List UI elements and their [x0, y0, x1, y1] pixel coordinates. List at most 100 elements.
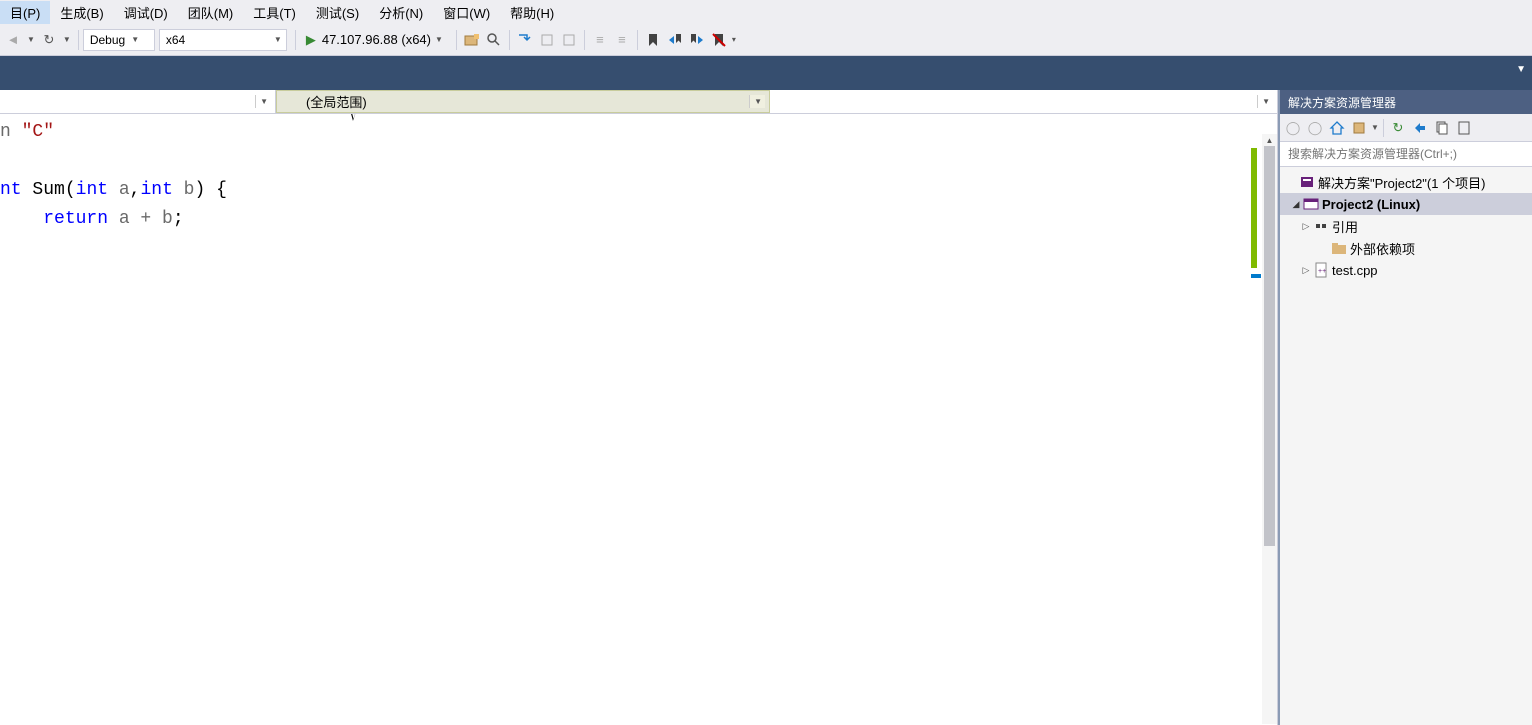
search-icon	[486, 32, 502, 48]
code-editor[interactable]: n "C" nt Sum(int a,int b) { return a + b…	[0, 114, 1277, 725]
code-text	[0, 209, 43, 229]
step-out-button[interactable]	[559, 29, 579, 51]
caret-down-icon: ▼	[749, 95, 765, 108]
menu-item-help[interactable]: 帮助(H)	[500, 1, 564, 24]
menu-item-window[interactable]: 窗口(W)	[433, 1, 500, 24]
vertical-scrollbar[interactable]: ▲	[1262, 134, 1277, 724]
solution-search[interactable]	[1280, 142, 1532, 167]
menu-item-team[interactable]: 团队(M)	[178, 1, 244, 24]
code-text: ,	[130, 180, 141, 200]
scroll-up-icon[interactable]: ▲	[1262, 134, 1277, 146]
menu-item-build[interactable]: 生成(B)	[50, 1, 113, 24]
forward-button[interactable]: ◯	[1305, 118, 1325, 138]
menu-item-debug[interactable]: 调试(D)	[114, 1, 178, 24]
nav-scope-right[interactable]: ▼	[770, 90, 1277, 113]
menu-item-project[interactable]: 目(P)	[0, 1, 50, 24]
show-all-files-button[interactable]	[1432, 118, 1452, 138]
bookmark-prev-icon	[667, 32, 683, 48]
code-text: b	[173, 180, 195, 200]
caret-down-icon: ▼	[274, 35, 282, 44]
references-node[interactable]: ▷ 引用	[1280, 215, 1532, 237]
bookmark-clear-icon	[711, 32, 727, 48]
code-text: ) {	[194, 180, 226, 200]
folder-icon	[464, 32, 480, 48]
bookmark-prev-button[interactable]	[665, 29, 685, 51]
navigation-bar: ▼ (全局范围) ▼ ▼	[0, 90, 1277, 114]
sync-icon	[1351, 120, 1367, 136]
menu-item-test[interactable]: 测试(S)	[306, 1, 369, 24]
config-dropdown[interactable]: Debug ▼	[83, 29, 155, 51]
collapse-all-button[interactable]	[1410, 118, 1430, 138]
platform-label: x64	[166, 33, 185, 47]
code-text: ;	[173, 209, 184, 229]
menu-bar: 目(P) 生成(B) 调试(D) 团队(M) 工具(T) 测试(S) 分析(N)…	[0, 0, 1532, 24]
file-node[interactable]: ▷ ++ test.cpp	[1280, 259, 1532, 281]
scroll-thumb[interactable]	[1264, 146, 1275, 546]
caret-down-icon: ▼	[255, 95, 271, 108]
file-label: test.cpp	[1330, 263, 1378, 278]
platform-dropdown[interactable]: x64 ▼	[159, 29, 287, 51]
find-button[interactable]	[484, 29, 504, 51]
code-text: a + b	[108, 209, 173, 229]
expander-icon[interactable]: ▷	[1300, 221, 1312, 232]
caret-down-icon[interactable]: ▼	[1371, 123, 1379, 132]
properties-icon	[1456, 120, 1472, 136]
caret-down-icon: ▼	[435, 35, 443, 44]
home-icon	[1329, 120, 1345, 136]
expander-icon[interactable]: ▷	[1300, 265, 1312, 276]
caret-down-icon: ▼	[1257, 95, 1273, 108]
project-node[interactable]: ◢ Project2 (Linux)	[1280, 193, 1532, 215]
references-icon	[1312, 218, 1330, 234]
bookmark-clear-button[interactable]	[709, 29, 729, 51]
toolbar-separator	[509, 30, 510, 50]
home-button[interactable]	[1327, 118, 1347, 138]
nav-scope-middle[interactable]: (全局范围) ▼	[276, 90, 770, 113]
redo-dropdown[interactable]: ▼	[63, 35, 71, 44]
nav-scope-left[interactable]: ▼	[0, 90, 276, 113]
menu-item-tools[interactable]: 工具(T)	[243, 1, 306, 24]
solution-tree: 解决方案"Project2"(1 个项目) ◢ Project2 (Linux)…	[1280, 167, 1532, 725]
toolbar-separator	[637, 30, 638, 50]
step-into-button[interactable]	[515, 29, 535, 51]
toolbar-overflow-button[interactable]: ▾	[732, 35, 736, 44]
solution-root-node[interactable]: 解决方案"Project2"(1 个项目)	[1280, 171, 1532, 193]
indent-left-button[interactable]: ≡	[590, 29, 610, 51]
step-out-icon	[561, 32, 577, 48]
code-text: nt	[0, 180, 22, 200]
step-over-icon	[539, 32, 555, 48]
sync-button[interactable]	[1349, 118, 1369, 138]
start-debug-button[interactable]: ▶ 47.107.96.88 (x64) ▼	[300, 29, 452, 51]
bookmark-button[interactable]	[643, 29, 663, 51]
code-text: int	[140, 180, 172, 200]
files-icon	[1434, 120, 1450, 136]
solution-explorer-panel: 解决方案资源管理器 ◯ ◯ ▼ ↻	[1278, 90, 1532, 725]
indent-right-button[interactable]: ≡	[612, 29, 632, 51]
toolbar-separator	[584, 30, 585, 50]
properties-button[interactable]	[1454, 118, 1474, 138]
solution-root-label: 解决方案"Project2"(1 个项目)	[1316, 173, 1485, 192]
external-deps-node[interactable]: 外部依赖项	[1280, 237, 1532, 259]
step-over-button[interactable]	[537, 29, 557, 51]
bookmark-next-button[interactable]	[687, 29, 707, 51]
code-text: return	[43, 209, 108, 229]
change-marker	[1251, 148, 1257, 268]
new-item-button[interactable]	[462, 29, 482, 51]
tab-list-dropdown[interactable]: ▼	[1516, 64, 1526, 75]
back-button[interactable]: ◯	[1283, 118, 1303, 138]
redo-button[interactable]: ↻	[39, 29, 59, 51]
references-label: 引用	[1330, 217, 1358, 236]
nav-back-dropdown[interactable]: ▼	[27, 35, 35, 44]
solution-icon	[1298, 174, 1316, 190]
expander-icon[interactable]: ◢	[1290, 199, 1302, 210]
menu-item-analyze[interactable]: 分析(N)	[369, 1, 433, 24]
config-label: Debug	[90, 33, 125, 47]
folder-icon	[1330, 240, 1348, 256]
solution-search-input[interactable]	[1280, 142, 1532, 166]
refresh-button[interactable]: ↻	[1388, 118, 1408, 138]
toolbar-separator	[78, 30, 79, 50]
code-text: Sum	[22, 180, 65, 200]
nav-back-button[interactable]: ◄	[3, 29, 23, 51]
nav-middle-label: (全局范围)	[306, 92, 367, 111]
play-icon: ▶	[306, 32, 316, 48]
code-text: a	[108, 180, 130, 200]
